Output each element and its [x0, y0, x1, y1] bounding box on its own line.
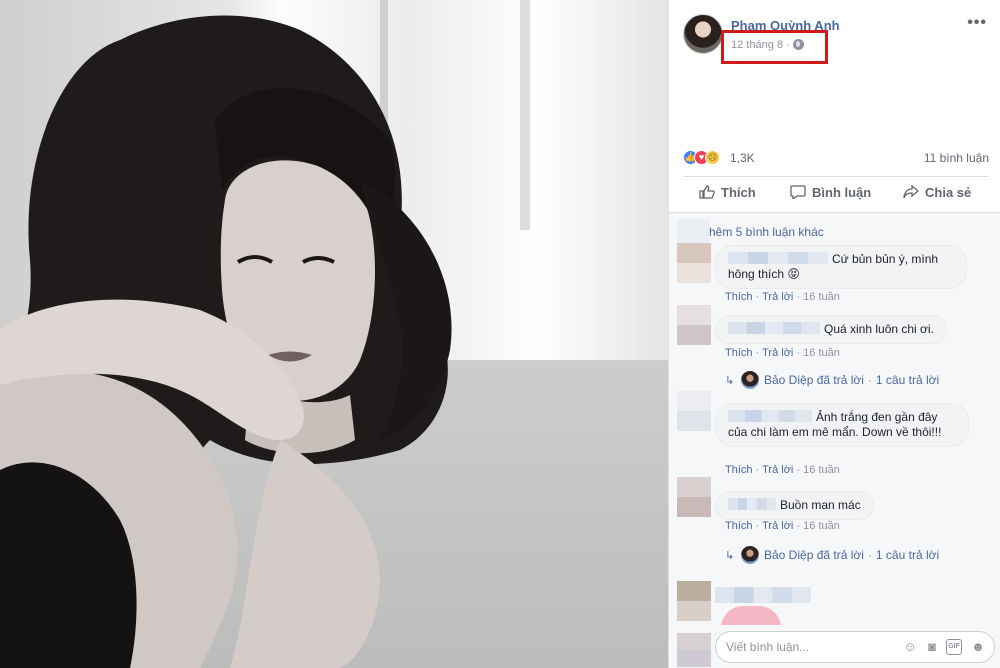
more-horizontal-icon[interactable]: ••• [967, 14, 987, 32]
comment-icon [790, 185, 806, 199]
sad-icon[interactable]: ☹ [705, 150, 720, 165]
arm-right [230, 440, 380, 668]
separator: · [796, 520, 801, 532]
comment-reply-link[interactable]: Trả lời [762, 464, 793, 476]
comment-bubble: Ảnh trắng đen gần đây của chi làm em mê … [715, 403, 969, 447]
comment-like-link[interactable]: Thích [725, 291, 753, 303]
separator: · [755, 347, 760, 359]
like-button[interactable]: Thích [699, 185, 756, 200]
replier-avatar [741, 371, 759, 389]
comment-like-link[interactable]: Thích [725, 347, 753, 359]
comment-time[interactable]: 16 tuần [803, 520, 840, 532]
reactions-bar: 👍 ♥ ☹ 1,3K 11 bình luận [683, 148, 989, 168]
comment-meta: Thích · Trả lời · 16 tuần [725, 464, 840, 476]
comment-reply-link[interactable]: Trả lời [762, 347, 793, 359]
separator: · [755, 520, 760, 532]
comment-reply-link[interactable]: Trả lời [762, 520, 793, 532]
post-photo[interactable] [0, 0, 668, 668]
reaction-count[interactable]: 1,3K [730, 151, 755, 165]
share-button-label: Chia sẻ [925, 185, 972, 200]
share-button[interactable]: Chia sẻ [903, 185, 971, 200]
separator: · [796, 464, 801, 476]
separator: · [755, 464, 760, 476]
reply-author-text: Bảo Diệp đã trả lời [764, 373, 864, 387]
comment-like-link[interactable]: Thích [725, 464, 753, 476]
comment-button[interactable]: Bình luận [790, 185, 871, 200]
separator: · [796, 347, 801, 359]
thumbs-up-icon [699, 185, 715, 199]
emoji-icon[interactable]: ☺ [902, 639, 918, 655]
gif-icon[interactable]: GIF [946, 639, 962, 655]
comment-input[interactable]: Viết bình luận... ☺ ◙ GIF ☻ [715, 631, 995, 663]
post-actions: Thích Bình luận Chia sẻ [683, 176, 989, 210]
separator: · [796, 291, 801, 303]
comment-meta: Thích · Trả lời · 16 tuần [725, 520, 840, 532]
comment-text: Quá xinh luôn chi ơi. [824, 322, 934, 336]
globe-icon[interactable] [793, 39, 804, 50]
comment-avatar[interactable] [677, 305, 711, 345]
comment-bubble: Quá xinh luôn chi ơi. [715, 315, 947, 344]
comment-text: Buồn man mác [780, 498, 861, 512]
separator: · [867, 548, 872, 562]
like-button-label: Thích [721, 185, 756, 200]
comment-composer: Viết bình luận... ☺ ◙ GIF ☻ [669, 625, 1000, 668]
post-sidebar: Phạm Quỳnh Anh 12 tháng 8 · ••• 👍 ♥ ☹ 1,… [668, 0, 1000, 668]
reply-summary[interactable]: ↳ Bảo Diệp đã trả lời · 1 câu trả lời [725, 546, 939, 564]
reply-summary[interactable]: ↳ Bảo Diệp đã trả lời · 1 câu trả lời [725, 371, 939, 389]
comment-avatar[interactable] [677, 391, 711, 431]
comment-avatar[interactable] [677, 477, 711, 517]
reply-count: 1 câu trả lời [875, 373, 940, 387]
comment-time[interactable]: 16 tuần [803, 291, 840, 303]
comment-button-label: Bình luận [812, 185, 872, 200]
reply-arrow-icon: ↳ [725, 550, 735, 562]
comment-count[interactable]: 11 bình luận [924, 151, 989, 165]
blurred-commenter-name[interactable] [728, 410, 812, 422]
comment-time[interactable]: 16 tuần [803, 347, 840, 359]
comment-bubble: Buồn man mác [715, 491, 874, 520]
share-icon [903, 185, 919, 199]
comment-input-placeholder: Viết bình luận... [726, 640, 810, 654]
separator: · [755, 291, 760, 303]
separator: · [867, 373, 872, 387]
blurred-commenter-name[interactable] [728, 252, 828, 264]
comment-avatar[interactable] [677, 581, 711, 621]
camera-icon[interactable]: ◙ [924, 639, 940, 655]
view-more-comments[interactable]: hêm 5 bình luận khác [709, 225, 824, 239]
comment-bubble: Cứ bủn bủn ý, mình hông thích 😝 [715, 245, 967, 289]
comment-time[interactable]: 16 tuần [803, 464, 840, 476]
comment-meta: Thích · Trả lời · 16 tuần [725, 347, 840, 359]
blurred-commenter-name[interactable] [728, 322, 820, 334]
reply-count: 1 câu trả lời [875, 548, 940, 562]
comment-meta: Thích · Trả lời · 16 tuần [725, 291, 840, 303]
comments-section: hêm 5 bình luận khác Cứ bủn bủn ý, mình … [669, 212, 1000, 668]
author-avatar[interactable] [683, 14, 723, 54]
sticker-icon[interactable]: ☻ [970, 639, 986, 655]
portrait-illustration [0, 15, 452, 668]
comment-avatar[interactable] [677, 243, 711, 283]
blurred-commenter-name[interactable] [715, 587, 811, 603]
reply-arrow-icon: ↳ [725, 375, 735, 387]
post-timestamp[interactable]: 12 tháng 8 · [731, 39, 790, 51]
blurred-commenter-name[interactable] [728, 498, 776, 510]
post-header: Phạm Quỳnh Anh 12 tháng 8 · ••• [669, 0, 1000, 70]
composer-avatar [677, 633, 711, 667]
replier-avatar [741, 546, 759, 564]
reply-author-text: Bảo Diệp đã trả lời [764, 548, 864, 562]
comment-reply-link[interactable]: Trả lời [762, 291, 793, 303]
comment-like-link[interactable]: Thích [725, 520, 753, 532]
